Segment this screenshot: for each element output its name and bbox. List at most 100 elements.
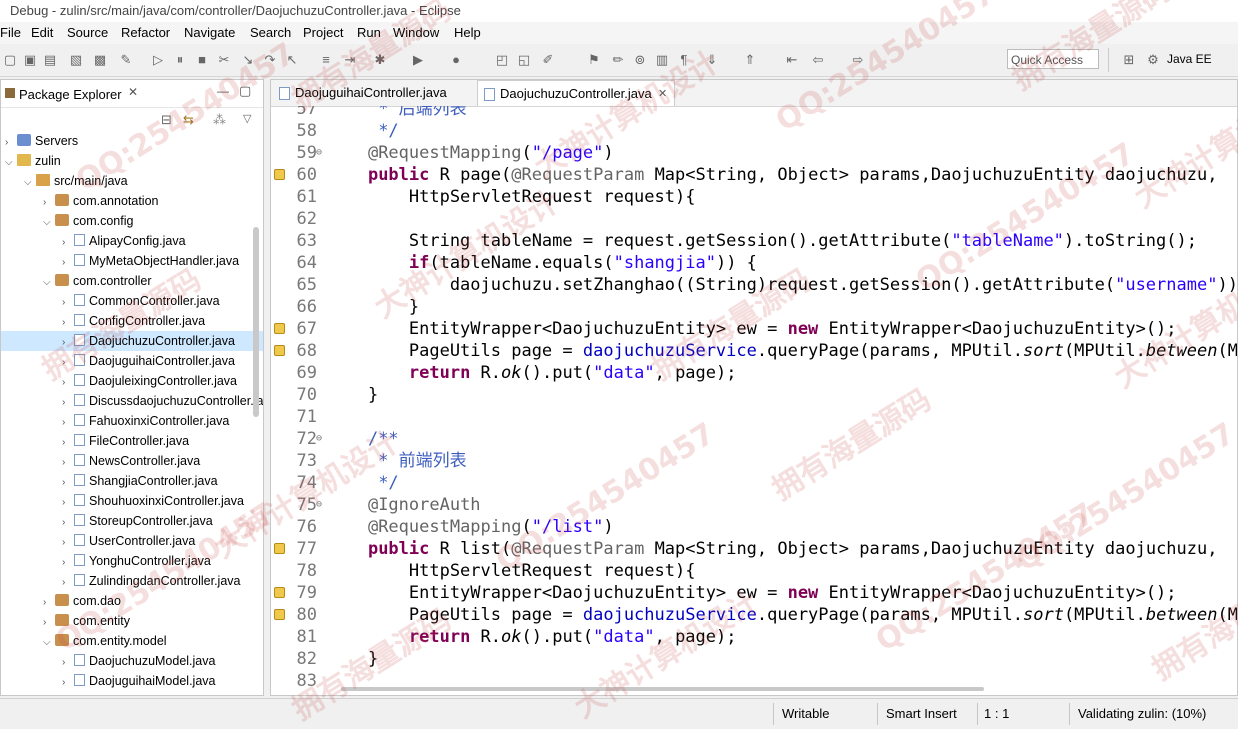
collapsed-chevron-icon[interactable]: › [43, 593, 55, 613]
run-icon[interactable]: ▶ [410, 52, 426, 68]
last-edit-icon[interactable]: ⇤ [784, 52, 800, 68]
code-line[interactable]: 69 return R.ok().put("data", page); [271, 362, 1237, 384]
tree-item[interactable]: ⌵ src/main/java [24, 171, 128, 191]
open-perspective-icon[interactable]: ⊞ [1121, 52, 1137, 68]
menu-help[interactable]: Help [454, 25, 481, 40]
open-type-icon[interactable]: ◰ [494, 52, 510, 68]
quick-access-input[interactable]: Quick Access [1007, 49, 1099, 69]
tree-item[interactable]: › UserController.java [62, 531, 195, 551]
new-icon[interactable]: ▢ [2, 52, 18, 68]
code-line[interactable]: 81 return R.ok().put("data", page); [271, 626, 1237, 648]
menu-window[interactable]: Window [393, 25, 439, 40]
code-line[interactable]: 74 */ [271, 472, 1237, 494]
code-line[interactable]: 61 HttpServletRequest request){ [271, 186, 1237, 208]
tree-item[interactable]: › StoreupController.java [62, 511, 213, 531]
editor-tab[interactable]: DaojuchuzuController.java ✕ [477, 80, 675, 106]
expanded-chevron-icon[interactable]: ⌵ [43, 273, 55, 293]
fold-toggle-icon[interactable]: ⊖ [316, 494, 322, 516]
view-menu-icon[interactable]: ▽ [243, 112, 251, 125]
save-all-icon[interactable]: ▧ [68, 52, 84, 68]
collapsed-chevron-icon[interactable]: › [62, 233, 74, 253]
tree-item[interactable]: › ShangjiaController.java [62, 471, 218, 491]
collapsed-chevron-icon[interactable]: › [62, 253, 74, 273]
collapsed-chevron-icon[interactable]: › [62, 433, 74, 453]
collapsed-chevron-icon[interactable]: › [62, 493, 74, 513]
toggle-mark-icon[interactable]: ⚑ [586, 52, 602, 68]
tree-item[interactable]: › DiscussdaojuchuzuController.java [62, 391, 263, 411]
menu-edit[interactable]: Edit [31, 25, 53, 40]
collapsed-chevron-icon[interactable]: › [62, 293, 74, 313]
tree-item[interactable]: › Servers [5, 131, 78, 151]
code-line[interactable]: 72 ⊖ /** [271, 428, 1237, 450]
tree-item[interactable]: ⌵ com.entity.model [43, 631, 167, 651]
code-line[interactable]: 79 EntityWrapper<DaojuchuzuEntity> ew = … [271, 582, 1237, 604]
skip-icon[interactable]: ✎ [118, 52, 134, 68]
fold-toggle-icon[interactable]: ⊖ [316, 428, 322, 450]
step-into-icon[interactable]: ↘ [240, 52, 256, 68]
code-area[interactable]: 57 * 后端列表 58 */59 ⊖ @RequestMapping("/page… [271, 106, 1237, 686]
collapsed-chevron-icon[interactable]: › [62, 553, 74, 573]
code-line[interactable]: 71 [271, 406, 1237, 428]
expanded-chevron-icon[interactable]: ⌵ [5, 153, 17, 173]
expanded-chevron-icon[interactable]: ⌵ [43, 633, 55, 653]
code-line[interactable]: 76 @RequestMapping("/list") [271, 516, 1237, 538]
code-line[interactable]: 66 } [271, 296, 1237, 318]
collapsed-chevron-icon[interactable]: › [62, 313, 74, 333]
tree-item[interactable]: › YonghuController.java [62, 551, 211, 571]
editor-tab[interactable]: DaojuguihaiController.java [273, 80, 475, 106]
show-whitespace-icon[interactable]: ▥ [654, 52, 670, 68]
code-line[interactable]: 67 EntityWrapper<DaojuchuzuEntity> ew = … [271, 318, 1237, 340]
warning-icon[interactable] [274, 323, 285, 334]
save-icon[interactable]: ▣ [22, 52, 38, 68]
previous-annotation-icon[interactable]: ⇑ [742, 52, 758, 68]
use-step-filters-icon[interactable]: ⇥ [342, 52, 358, 68]
collapsed-chevron-icon[interactable]: › [5, 133, 17, 153]
link-with-editor-icon[interactable]: ⇆ [183, 112, 194, 128]
perspective-switcher[interactable]: ⊞ ⚙ Java EE [1108, 48, 1238, 72]
tree-item[interactable]: › AlipayConfig.java [62, 231, 186, 251]
collapsed-chevron-icon[interactable]: › [62, 353, 74, 373]
warning-icon[interactable] [274, 587, 285, 598]
next-annotation-icon[interactable]: ⇓ [704, 52, 720, 68]
collapsed-chevron-icon[interactable]: › [62, 333, 74, 353]
highlight-icon[interactable]: ✏ [610, 52, 626, 68]
menu-navigate[interactable]: Navigate [184, 25, 235, 40]
tree-item[interactable]: › ShouhuoxinxiController.java [62, 491, 244, 511]
collapsed-chevron-icon[interactable]: › [62, 473, 74, 493]
expanded-chevron-icon[interactable]: ⌵ [24, 173, 36, 193]
menu-run[interactable]: Run [357, 25, 381, 40]
perspective-java-ee[interactable]: Java EE [1167, 52, 1212, 66]
collapse-all-icon[interactable]: ⊟ [161, 112, 172, 128]
editor-horizontal-scrollbar[interactable] [341, 687, 984, 691]
explorer-scrollbar[interactable] [253, 227, 259, 417]
code-line[interactable]: 60 public R page(@RequestParam Map<Strin… [271, 164, 1237, 186]
code-line[interactable]: 58 */ [271, 120, 1237, 142]
warning-icon[interactable] [274, 345, 285, 356]
code-line[interactable]: 83 [271, 670, 1237, 686]
code-line[interactable]: 77 public R list(@RequestParam Map<Strin… [271, 538, 1237, 560]
tree-item[interactable]: › ZulindingdanController.java [62, 571, 240, 591]
toggle-block-icon[interactable]: ⊚ [632, 52, 648, 68]
collapsed-chevron-icon[interactable]: › [43, 613, 55, 633]
warning-icon[interactable] [274, 543, 285, 554]
debug-icon[interactable]: ✱ [372, 52, 388, 68]
tree-item[interactable]: ⌵ zulin [5, 151, 61, 171]
code-line[interactable]: 62 [271, 208, 1237, 230]
tree-item[interactable]: › DaojuchuzuModel.java [62, 651, 215, 671]
resume-icon[interactable]: ▷ [150, 52, 166, 68]
terminate-icon[interactable]: ■ [194, 52, 210, 68]
menu-file[interactable]: File [0, 25, 21, 40]
tree-item[interactable]: › DaojuguihaiModel.java [62, 671, 215, 691]
code-line[interactable]: 73 * 前端列表 [271, 450, 1237, 472]
drop-frame-icon[interactable]: ≡ [318, 52, 334, 68]
tree-item[interactable]: › NewsController.java [62, 451, 200, 471]
code-line[interactable]: 59 ⊖ @RequestMapping("/page") [271, 142, 1237, 164]
expanded-chevron-icon[interactable]: ⌵ [43, 213, 55, 233]
minimize-icon[interactable]: — [217, 84, 229, 98]
tree-item[interactable]: › com.dao [43, 591, 121, 611]
suspend-icon[interactable]: ⏸ [172, 52, 188, 68]
tree-item[interactable]: ⌵ com.config [43, 211, 133, 231]
code-line[interactable]: 63 String tableName = request.getSession… [271, 230, 1237, 252]
code-line[interactable]: 82 } [271, 648, 1237, 670]
code-line[interactable]: 64 if(tableName.equals("shangjia")) { [271, 252, 1237, 274]
